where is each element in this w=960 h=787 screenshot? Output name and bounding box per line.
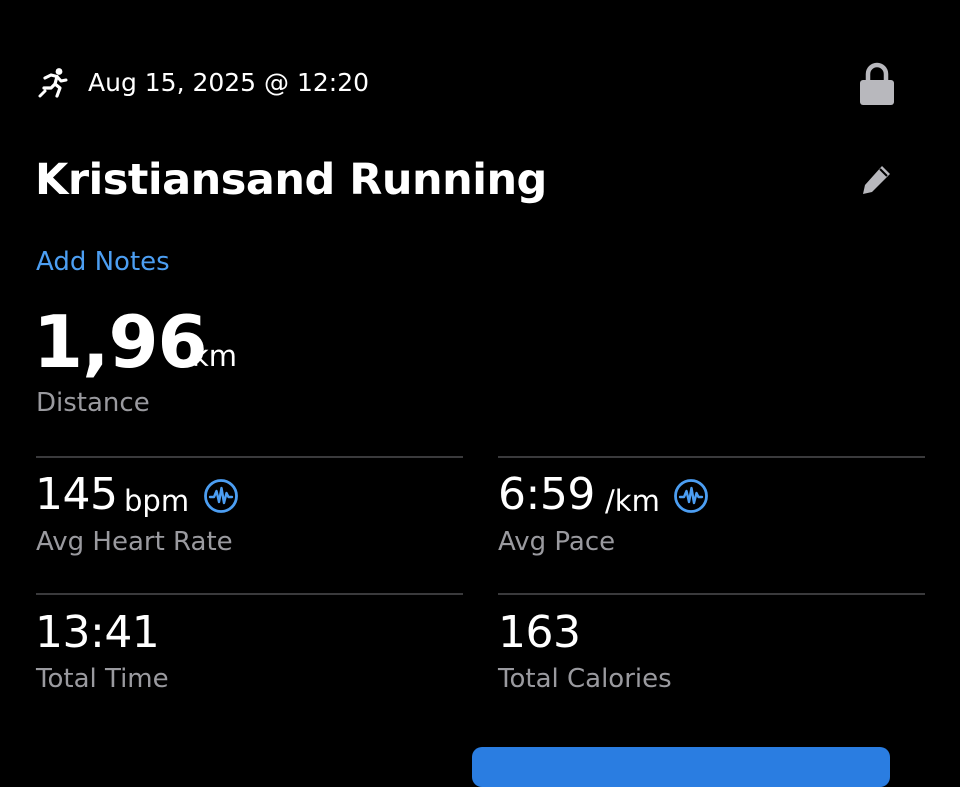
divider (36, 456, 463, 458)
chart-wave-icon[interactable] (203, 478, 239, 514)
activity-title: Kristiansand Running (35, 155, 547, 205)
add-notes-link[interactable]: Add Notes (36, 244, 170, 280)
total-time-value: 13:41 (35, 607, 160, 658)
divider (498, 593, 925, 595)
distance-unit: km (192, 339, 238, 373)
distance-value: 1,96 (33, 300, 208, 384)
divider (498, 456, 925, 458)
chart-wave-icon[interactable] (673, 478, 709, 514)
running-icon (38, 68, 68, 98)
pencil-icon[interactable] (858, 160, 896, 198)
heart-rate-value: 145 (35, 469, 118, 520)
divider (36, 593, 463, 595)
total-calories-label: Total Calories (498, 664, 672, 694)
total-time-label: Total Time (36, 664, 169, 694)
total-calories-value: 163 (498, 607, 581, 658)
bottom-action-button[interactable] (472, 747, 890, 787)
pace-value: 6:59 (498, 469, 595, 520)
pace-label: Avg Pace (498, 527, 616, 557)
pace-unit: /km (605, 484, 660, 518)
heart-rate-unit: bpm (124, 484, 190, 518)
distance-label: Distance (36, 388, 150, 418)
heart-rate-label: Avg Heart Rate (36, 527, 233, 557)
lock-icon[interactable] (858, 60, 896, 106)
activity-datetime: Aug 15, 2025 @ 12:20 (88, 68, 370, 97)
